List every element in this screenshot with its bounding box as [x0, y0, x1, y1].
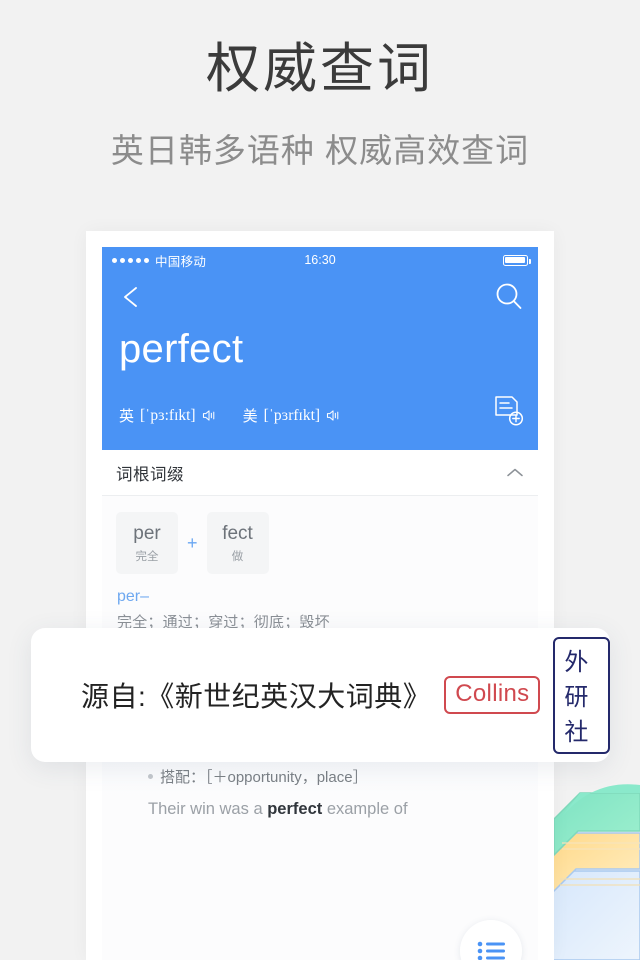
example-suffix: example of [322, 800, 408, 818]
root-link[interactable]: per– [102, 574, 538, 606]
search-icon[interactable] [492, 280, 526, 314]
add-note-icon[interactable] [494, 395, 524, 427]
morpheme-fect-text: fect [222, 522, 253, 544]
morpheme-row: per 完全 + fect 做 [102, 496, 538, 574]
page-root: 权威查词 英日韩多语种 权威高效查词 中国移动 16:30 perfect 英 … [0, 0, 640, 960]
collocation-text: 搭配：［＋opportunity，place］ [160, 769, 368, 786]
clock-label: 16:30 [304, 253, 336, 267]
example-sentence: Their win was a perfect example of [102, 787, 538, 819]
morpheme-per[interactable]: per 完全 [116, 512, 178, 574]
badge-fltrp: 外研社 [553, 636, 610, 754]
root-section-header[interactable]: 词根词缀 [102, 450, 538, 496]
example-keyword: perfect [267, 800, 323, 818]
pronunciation-uk-ipa: [ˈpɜ:fɪkt] [140, 406, 196, 424]
source-callout-card: 源自:《新世纪英汉大词典》 Collins 外研社 [31, 628, 610, 762]
morpheme-per-text: per [133, 522, 161, 544]
bullet-icon [148, 774, 153, 779]
pronunciation-uk-region: 英 [119, 408, 135, 425]
morpheme-joiner: + [187, 532, 198, 553]
phone-mockup: 中国移动 16:30 perfect 英 [ˈpɜ:fɪkt] 美 [ˈpɜrf… [86, 231, 554, 960]
entry-header: 中国移动 16:30 perfect 英 [ˈpɜ:fɪkt] 美 [ˈpɜrf… [102, 247, 538, 450]
root-section-title: 词根词缀 [116, 465, 184, 484]
status-bar: 中国移动 16:30 [102, 247, 538, 273]
pronunciation-us-ipa: [ˈpɜrfɪkt] [263, 406, 321, 424]
morpheme-per-meaning: 完全 [135, 550, 159, 563]
chevron-up-icon[interactable] [506, 467, 524, 478]
source-text: 源自:《新世纪英汉大词典》 [81, 681, 432, 712]
morpheme-fect-meaning: 做 [231, 550, 244, 563]
pronunciation-row: 英 [ˈpɜ:fɪkt] 美 [ˈpɜrfɪkt] [119, 405, 341, 426]
morpheme-fect[interactable]: fect 做 [206, 512, 269, 574]
example-prefix: Their win was a [148, 800, 268, 818]
battery-full-icon [503, 254, 531, 266]
pronunciation-us-region: 美 [242, 408, 258, 425]
page-subtitle: 英日韩多语种 权威高效查词 [110, 132, 530, 169]
headword: perfect [119, 327, 244, 371]
back-chevron-icon[interactable] [116, 281, 148, 313]
page-title: 权威查词 [206, 39, 434, 99]
list-icon-button[interactable] [460, 920, 522, 960]
pronunciation-us[interactable]: 美 [ˈpɜrfɪkt] [243, 405, 341, 426]
speaker-icon[interactable] [202, 409, 217, 422]
speaker-icon[interactable] [326, 409, 341, 422]
badge-collins: Collins [444, 676, 541, 714]
list-icon [477, 941, 505, 960]
nav-bar [102, 273, 538, 321]
app-screen: 中国移动 16:30 perfect 英 [ˈpɜ:fɪkt] 美 [ˈpɜrf… [102, 247, 538, 960]
pronunciation-uk[interactable]: 英 [ˈpɜ:fɪkt] [119, 405, 217, 426]
